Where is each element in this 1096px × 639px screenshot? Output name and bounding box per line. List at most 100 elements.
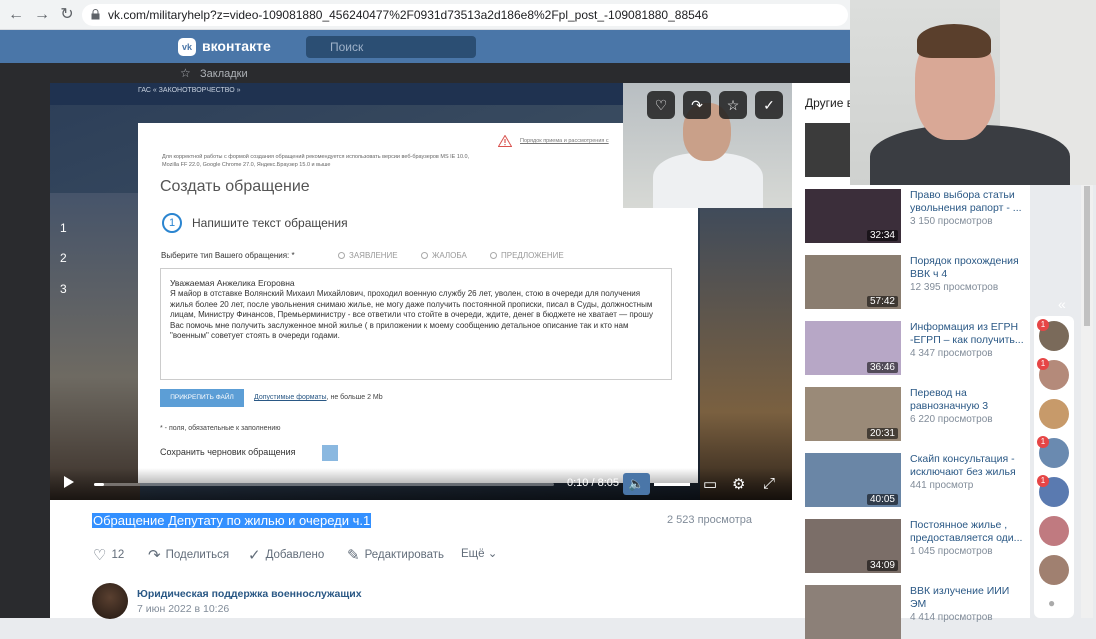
related-video-title[interactable]: ВВК излучение ИИИ ЭМ bbox=[910, 585, 1026, 611]
video-step-number: 2 bbox=[60, 251, 67, 265]
video-title: Обращение Депутату по жилью и очереди ч.… bbox=[92, 513, 372, 528]
check-icon: ✓ bbox=[248, 547, 261, 564]
radio-statement-label: ЗАЯВЛЕНИЕ bbox=[349, 251, 398, 260]
video-thumbnail[interactable] bbox=[805, 585, 901, 639]
fullscreen-icon[interactable]: ⤢ bbox=[763, 475, 775, 492]
view-count: 2 523 просмотра bbox=[667, 514, 752, 526]
chat-avatar[interactable] bbox=[1039, 555, 1069, 585]
video-duration: 32:34 bbox=[866, 230, 898, 241]
edit-label: Редактировать bbox=[364, 549, 445, 561]
current-time: 0:10 bbox=[567, 477, 589, 489]
related-video-views: 12 395 просмотров bbox=[910, 282, 999, 293]
video-info-panel: Обращение Депутату по жилью и очереди ч.… bbox=[50, 500, 792, 619]
more-label: Ещё bbox=[461, 548, 485, 560]
chat-avatar[interactable]: 1 bbox=[1037, 436, 1069, 468]
radio-proposal: ПРЕДЛОЖЕНИЕ bbox=[490, 251, 564, 260]
related-video-title[interactable]: Право выбора статьи увольнения рапорт - … bbox=[910, 189, 1026, 215]
video-thumbnail[interactable]: 34:09 bbox=[805, 519, 901, 573]
video-building-left bbox=[50, 193, 140, 500]
related-video-views: 6 220 просмотров bbox=[910, 414, 993, 425]
save-draft-icon bbox=[322, 445, 338, 461]
like-icon[interactable]: ♡ bbox=[647, 91, 675, 119]
like-button[interactable]: ♡ 12 bbox=[93, 546, 124, 564]
unread-badge: 1 bbox=[1037, 358, 1049, 370]
checkmark-icon[interactable]: ✓ bbox=[755, 91, 783, 119]
related-video-title[interactable]: Постоянное жилье , предоставляется оди..… bbox=[910, 519, 1026, 545]
browser-toolbar: ← → ↻ vk.com/militaryhelp?z=video-109081… bbox=[0, 0, 850, 30]
volume-icon[interactable]: 🔈 bbox=[623, 473, 650, 495]
warning-icon bbox=[498, 135, 512, 147]
video-thumbnail[interactable]: 20:31 bbox=[805, 387, 901, 441]
added-button[interactable]: ✓ Добавлено bbox=[248, 546, 324, 564]
share-label: Поделиться bbox=[165, 549, 230, 561]
step-badge: 1 bbox=[162, 213, 182, 233]
url-text: vk.com/militaryhelp?z=video-109081880_45… bbox=[108, 8, 709, 22]
bookmark-icon[interactable]: ☆ bbox=[719, 91, 747, 119]
attach-file-button: ПРИКРЕПИТЬ ФАЙЛ bbox=[160, 389, 244, 407]
unread-badge: 1 bbox=[1037, 436, 1049, 448]
collapse-chats-icon[interactable]: « bbox=[1058, 296, 1066, 312]
appeal-textbox: Уважаемая Анжелика Егоровна Я майор в от… bbox=[160, 268, 672, 380]
address-bar[interactable]: vk.com/militaryhelp?z=video-109081880_45… bbox=[82, 4, 848, 26]
heart-icon: ♡ bbox=[93, 547, 107, 564]
author-avatar[interactable] bbox=[92, 583, 128, 619]
browser-note: Для корректной работы с формой создания … bbox=[162, 154, 470, 168]
presenter-hair bbox=[917, 24, 991, 58]
speaker-shirt bbox=[653, 153, 763, 208]
sidebar-scrollbar[interactable] bbox=[1081, 183, 1093, 618]
chat-avatar[interactable]: 1 bbox=[1037, 358, 1069, 390]
time-separator: / bbox=[588, 477, 598, 489]
share-button[interactable]: ↷ Поделиться bbox=[148, 546, 229, 564]
publish-date: 7 июн 2022 в 10:26 bbox=[137, 603, 230, 615]
author-name[interactable]: Юридическая поддержка военнослужащих bbox=[137, 588, 362, 600]
forward-icon[interactable]: → bbox=[32, 5, 52, 25]
gas-label: ГАС « ЗАКОНОТВОРЧЕСТВО » bbox=[138, 87, 241, 94]
settings-gear-icon[interactable]: ⚙ bbox=[732, 475, 745, 493]
search-input[interactable]: Поиск bbox=[306, 36, 476, 58]
required-note: * - поля, обязательные к заполнению bbox=[160, 425, 281, 432]
subtitles-icon[interactable]: ▭ bbox=[703, 475, 717, 493]
share-icon: ↷ bbox=[148, 547, 161, 564]
related-video-title[interactable]: Информация из ЕГРН -ЕГРП – как получить.… bbox=[910, 321, 1026, 347]
player-controls: 0:10 / 8:05 🔈 ▭ ⚙ ⤢ bbox=[50, 468, 792, 500]
related-video-views: 4 347 просмотров bbox=[910, 348, 993, 359]
scroll-thumb[interactable] bbox=[1084, 186, 1090, 326]
edit-button[interactable]: ✎ Редактировать bbox=[347, 546, 444, 564]
video-thumbnail[interactable]: 36:46 bbox=[805, 321, 901, 375]
order-link: Порядок приема и рассмотрения с bbox=[520, 138, 609, 144]
greeting-text: Уважаемая Анжелика Егоровна bbox=[170, 278, 295, 288]
chat-avatar[interactable]: 1 bbox=[1037, 475, 1069, 507]
search-placeholder: Поиск bbox=[330, 40, 364, 54]
video-duration: 57:42 bbox=[866, 296, 898, 307]
save-draft-label: Сохранить черновик обращения bbox=[160, 447, 296, 457]
vk-brand-name[interactable]: вконтакте bbox=[202, 38, 271, 54]
video-thumbnail[interactable]: 57:42 bbox=[805, 255, 901, 309]
more-button[interactable]: Ещё ⌄ bbox=[461, 546, 497, 560]
chat-avatar[interactable]: 1 bbox=[1037, 319, 1069, 351]
chat-avatar[interactable] bbox=[1039, 516, 1069, 546]
video-player[interactable]: ГАС « ЗАКОНОТВОРЧЕСТВО » 1 2 3 Порядок п… bbox=[50, 83, 792, 500]
related-video-title[interactable]: Скайп консультация - исключают без жилья bbox=[910, 453, 1026, 479]
video-thumbnail[interactable]: 40:05 bbox=[805, 453, 901, 507]
related-video-views: 441 просмотр bbox=[910, 480, 974, 491]
back-icon[interactable]: ← bbox=[6, 5, 26, 25]
vk-header: vk вконтакте Поиск bbox=[0, 30, 850, 63]
related-video-title[interactable]: Порядок прохождения ВВК ч 4 bbox=[910, 255, 1026, 281]
vk-logo-icon[interactable]: vk bbox=[178, 38, 196, 56]
related-video-title[interactable]: Перевод на равнозначную 3 bbox=[910, 387, 1026, 413]
video-step-number: 3 bbox=[60, 282, 67, 296]
radio-complaint: ЖАЛОБА bbox=[421, 251, 467, 260]
added-label: Добавлено bbox=[265, 549, 325, 561]
video-duration: 36:46 bbox=[866, 362, 898, 373]
progress-bar[interactable] bbox=[94, 483, 554, 486]
video-thumbnail[interactable]: 32:34 bbox=[805, 189, 901, 243]
chat-avatar[interactable] bbox=[1039, 399, 1069, 429]
reload-icon[interactable]: ↻ bbox=[57, 5, 77, 25]
total-time: 8:05 bbox=[597, 477, 620, 489]
video-building-right bbox=[700, 208, 792, 500]
share-icon[interactable]: ↷ bbox=[683, 91, 711, 119]
time-display: 0:10 / 8:05 bbox=[567, 477, 619, 489]
chat-icon[interactable]: ● bbox=[1048, 596, 1055, 610]
volume-slider[interactable] bbox=[654, 483, 690, 486]
play-icon[interactable] bbox=[64, 476, 74, 488]
